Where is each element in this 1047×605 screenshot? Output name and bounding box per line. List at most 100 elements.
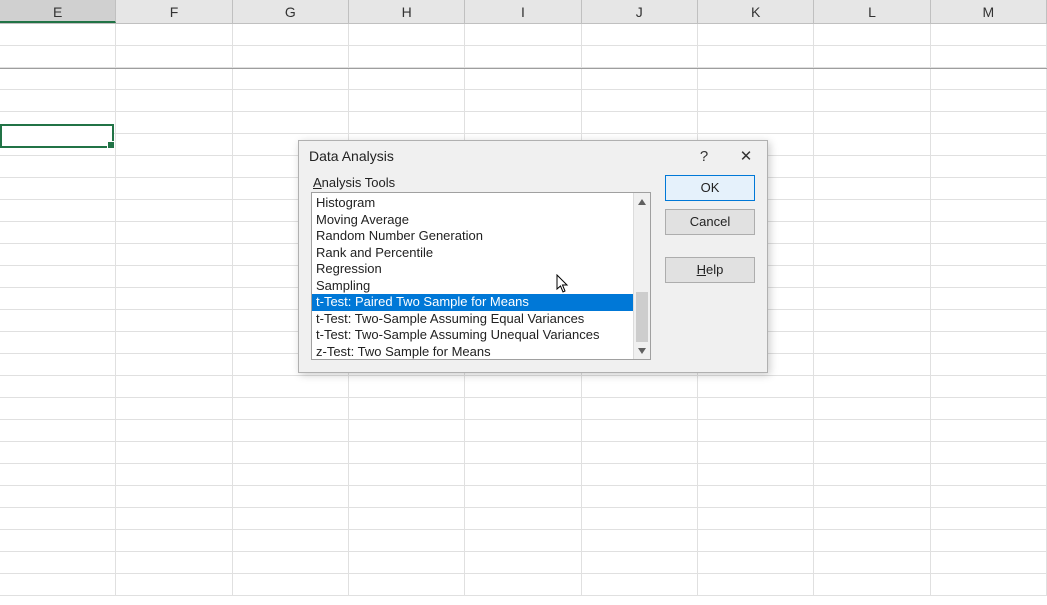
grid-cell[interactable] [698, 46, 814, 68]
grid-cell[interactable] [465, 464, 581, 486]
grid-cell[interactable] [0, 486, 116, 508]
grid-cell[interactable] [582, 376, 698, 398]
grid-cell[interactable] [116, 24, 232, 46]
listbox-scrollbar[interactable] [633, 193, 650, 359]
grid-cell[interactable] [465, 552, 581, 574]
grid-cell[interactable] [698, 90, 814, 112]
grid-cell[interactable] [931, 332, 1047, 354]
grid-cell[interactable] [582, 508, 698, 530]
list-item[interactable]: Random Number Generation [312, 228, 633, 245]
grid-cell[interactable] [233, 464, 349, 486]
grid-cell[interactable] [349, 574, 465, 596]
grid-cell[interactable] [116, 134, 232, 156]
grid-cell[interactable] [233, 420, 349, 442]
grid-cell[interactable] [931, 354, 1047, 376]
grid-cell[interactable] [814, 552, 930, 574]
grid-cell[interactable] [349, 68, 465, 90]
grid-cell[interactable] [931, 288, 1047, 310]
grid-cell[interactable] [465, 398, 581, 420]
grid-cell[interactable] [0, 354, 116, 376]
grid-cell[interactable] [698, 574, 814, 596]
grid-cell[interactable] [814, 398, 930, 420]
grid-cell[interactable] [814, 420, 930, 442]
grid-cell[interactable] [233, 398, 349, 420]
grid-cell[interactable] [931, 376, 1047, 398]
grid-cell[interactable] [814, 442, 930, 464]
grid-cell[interactable] [931, 24, 1047, 46]
grid-cell[interactable] [465, 508, 581, 530]
grid-cell[interactable] [931, 442, 1047, 464]
grid-cell[interactable] [814, 332, 930, 354]
grid-cell[interactable] [0, 266, 116, 288]
grid-cell[interactable] [349, 530, 465, 552]
grid-cell[interactable] [582, 464, 698, 486]
grid-cell[interactable] [698, 376, 814, 398]
grid-cell[interactable] [116, 310, 232, 332]
grid-cell[interactable] [0, 68, 116, 90]
close-icon[interactable]: ✕ [731, 145, 761, 167]
grid-cell[interactable] [349, 112, 465, 134]
grid-cell[interactable] [931, 552, 1047, 574]
grid-cell[interactable] [931, 266, 1047, 288]
grid-cell[interactable] [698, 112, 814, 134]
grid-cell[interactable] [233, 68, 349, 90]
grid-cell[interactable] [931, 574, 1047, 596]
grid-cell[interactable] [931, 90, 1047, 112]
grid-cell[interactable] [814, 46, 930, 68]
grid-cell[interactable] [698, 508, 814, 530]
grid-cell[interactable] [116, 68, 232, 90]
grid-cell[interactable] [349, 46, 465, 68]
column-header-J[interactable]: J [582, 0, 698, 23]
dialog-titlebar[interactable]: Data Analysis ? ✕ [299, 141, 767, 171]
column-header-G[interactable]: G [233, 0, 349, 23]
grid-cell[interactable] [0, 310, 116, 332]
grid-cell[interactable] [349, 90, 465, 112]
grid-cell[interactable] [582, 68, 698, 90]
grid-cell[interactable] [116, 156, 232, 178]
grid-cell[interactable] [0, 288, 116, 310]
grid-cell[interactable] [233, 552, 349, 574]
list-item[interactable]: t-Test: Paired Two Sample for Means [312, 294, 633, 311]
help-icon[interactable]: ? [689, 145, 719, 167]
list-item[interactable]: Moving Average [312, 212, 633, 229]
scroll-track[interactable] [634, 210, 650, 342]
grid-cell[interactable] [582, 398, 698, 420]
grid-cell[interactable] [0, 222, 116, 244]
grid-cell[interactable] [582, 442, 698, 464]
grid-cell[interactable] [931, 178, 1047, 200]
column-header-L[interactable]: L [814, 0, 930, 23]
grid-cell[interactable] [465, 420, 581, 442]
grid-cell[interactable] [349, 442, 465, 464]
grid-cell[interactable] [814, 486, 930, 508]
grid-cell[interactable] [814, 354, 930, 376]
cancel-button[interactable]: Cancel [665, 209, 755, 235]
grid-cell[interactable] [814, 24, 930, 46]
grid-cell[interactable] [0, 376, 116, 398]
list-item[interactable]: Histogram [312, 195, 633, 212]
grid-cell[interactable] [233, 24, 349, 46]
column-header-E[interactable]: E [0, 0, 116, 23]
grid-cell[interactable] [116, 486, 232, 508]
grid-cell[interactable] [0, 442, 116, 464]
grid-cell[interactable] [0, 134, 116, 156]
grid-cell[interactable] [931, 46, 1047, 68]
grid-cell[interactable] [233, 442, 349, 464]
grid-cell[interactable] [814, 156, 930, 178]
grid-cell[interactable] [0, 332, 116, 354]
list-item[interactable]: Sampling [312, 278, 633, 295]
grid-cell[interactable] [465, 442, 581, 464]
grid-cell[interactable] [814, 222, 930, 244]
grid-cell[interactable] [931, 398, 1047, 420]
grid-cell[interactable] [0, 530, 116, 552]
grid-cell[interactable] [0, 24, 116, 46]
grid-cell[interactable] [582, 24, 698, 46]
grid-cell[interactable] [0, 178, 116, 200]
grid-cell[interactable] [233, 508, 349, 530]
grid-cell[interactable] [116, 112, 232, 134]
grid-cell[interactable] [814, 266, 930, 288]
grid-cell[interactable] [0, 46, 116, 68]
grid-cell[interactable] [814, 464, 930, 486]
grid-cell[interactable] [0, 90, 116, 112]
grid-cell[interactable] [0, 574, 116, 596]
grid-cell[interactable] [931, 156, 1047, 178]
